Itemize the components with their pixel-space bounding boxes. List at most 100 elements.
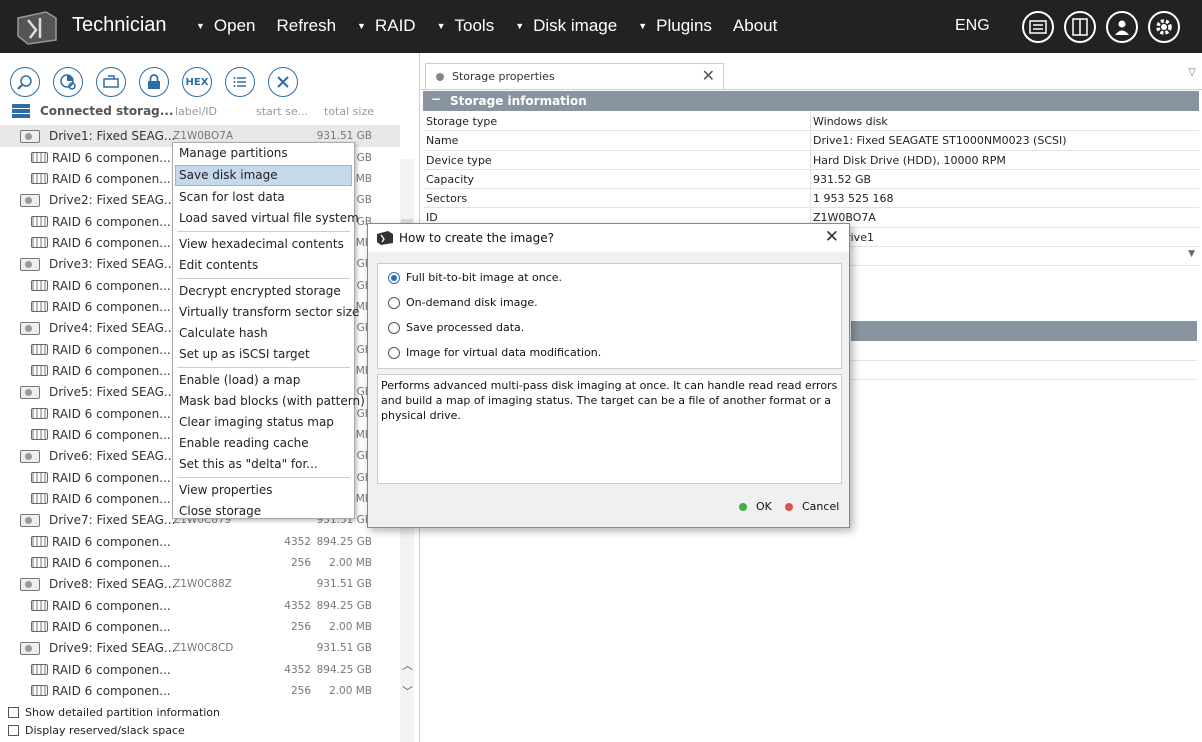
scroll-down-icon[interactable]: ﹀ [402,683,413,699]
context-menu-item[interactable]: Load saved virtual file system [173,208,359,229]
property-row[interactable]: Storage type Windows disk [423,112,1199,132]
raid-component-icon [31,344,48,355]
dropdown-triangle-icon: ▼ [515,21,525,31]
close-tab-icon[interactable]: ✕ [702,66,715,85]
context-menu-item[interactable]: Set up as iSCSI target [173,344,354,365]
scroll-up-icon[interactable]: ︿ [402,657,413,673]
collapse-icon[interactable]: − [431,92,441,106]
checkbox-box[interactable] [8,724,19,736]
column-label[interactable]: label/ID [175,105,217,118]
property-row[interactable]: Capacity 931.52 GB [423,169,1199,190]
context-menu-item[interactable]: Close storage [173,501,354,522]
search-icon[interactable] [10,67,40,97]
display-reserved-checkbox[interactable]: Display reserved/slack space [8,721,220,739]
option-virtual-modification[interactable]: Image for virtual data modification. [388,346,601,359]
log-icon[interactable] [1022,11,1054,43]
menu-open[interactable]: ▼ Open [196,16,256,36]
component-name: RAID 6 componen... [52,151,171,165]
context-menu-item[interactable]: Edit contents [173,255,354,276]
menu-disk-image[interactable]: ▼ Disk image [515,16,617,36]
context-menu-item[interactable]: Enable (load) a map [173,370,354,391]
show-partition-info-checkbox[interactable]: Show detailed partition information [8,703,220,721]
tab-list-dropdown-icon[interactable]: ▽ [1188,67,1196,78]
checkbox-box[interactable] [8,706,19,718]
menu-raid[interactable]: ▼ RAID [357,16,416,36]
context-menu-item[interactable]: Clear imaging status map [173,412,354,433]
property-key: Capacity [426,172,475,186]
drive-size: GB [356,194,372,206]
raid-component-icon [31,408,48,419]
raid-component-icon [31,621,48,632]
user-icon[interactable] [1106,11,1138,43]
property-value: Windows disk [813,115,888,128]
menu-tools[interactable]: ▼ Tools [437,16,495,36]
cancel-button[interactable]: Cancel [785,500,839,513]
section-secondary[interactable] [851,321,1197,341]
property-row[interactable]: Name Drive1: Fixed SEAGATE ST1000NM0023 (… [423,131,1199,151]
menu-separator [177,231,350,232]
dialog-close-icon[interactable]: ✕ [825,227,839,247]
column-size[interactable]: total size [324,105,374,118]
context-menu-item[interactable]: View hexadecimal contents [173,234,354,255]
component-row[interactable]: RAID 6 componen... 4352 894.25 GB [0,595,400,616]
radio[interactable] [388,296,400,309]
storage-list-icon [12,104,30,118]
context-menu-item[interactable]: Virtually transform sector size [173,302,359,323]
context-menu-item[interactable]: Calculate hash [173,323,354,344]
drive-row[interactable]: Drive8: Fixed SEAG... Z1W0C88Z 931.51 GB [0,573,400,595]
disk-image-icon[interactable] [96,67,126,97]
context-menu-item[interactable]: Save disk image [175,165,352,186]
property-key: Device type [426,153,492,167]
top-bar: Technician ▼ Open Refresh ▼ RAID ▼ Tools ▼ D… [0,0,1202,53]
chevron-down-icon[interactable]: ▼ [1188,249,1195,259]
context-menu-item[interactable]: Scan for lost data [173,187,354,208]
context-menu-item[interactable]: Decrypt encrypted storage [173,281,354,302]
lock-icon[interactable] [139,67,169,97]
drive-size: 931.51 GB [316,578,372,590]
context-menu-item[interactable]: Enable reading cache [173,433,354,454]
option-on-demand[interactable]: On-demand disk image. [388,296,538,309]
scan-icon[interactable] [53,67,83,97]
radio[interactable] [388,321,400,334]
raid-component-icon [31,600,48,611]
close-icon[interactable] [268,67,298,97]
radio-selected[interactable] [388,271,400,284]
component-row[interactable]: RAID 6 componen... 4352 894.25 GB [0,531,400,552]
create-image-dialog: How to create the image? ✕ Full bit-to-b… [367,223,850,528]
component-size: MB [355,173,372,185]
menu-refresh[interactable]: Refresh [277,16,337,36]
context-menu-item[interactable]: Set this as "delta" for... [173,454,354,475]
drive-name: Drive2: Fixed SEAG... [49,193,176,207]
drive-id: Z1W0BO7A [173,130,234,142]
option-save-processed[interactable]: Save processed data. [388,321,524,334]
menu-plugins[interactable]: ▼ Plugins [638,16,712,36]
column-start[interactable]: start se... [256,105,308,118]
drive-row[interactable]: Drive9: Fixed SEAG... Z1W0C8CD 931.51 GB [0,637,400,659]
drive-size: 931.51 GB [316,642,372,654]
settings-icon[interactable] [1148,11,1180,43]
cancel-status-dot [785,502,793,511]
language-selector[interactable]: ENG [955,17,990,35]
component-row[interactable]: RAID 6 componen... 256 2.00 MB [0,680,400,701]
component-row[interactable]: RAID 6 componen... 256 2.00 MB [0,616,400,637]
drive-id: Z1W0C8CD [173,642,234,654]
context-menu-item[interactable]: Manage partitions [173,143,354,164]
property-row[interactable]: Sectors 1 953 525 168 [423,189,1199,209]
hex-icon[interactable]: HEX [182,67,212,97]
list-icon[interactable] [225,67,255,97]
ok-button[interactable]: OK [739,500,772,513]
context-menu-item[interactable]: View properties [173,480,354,501]
component-size: 2.00 MB [329,685,372,697]
menu-about[interactable]: About [733,16,777,36]
property-row[interactable]: Device type Hard Disk Drive (HDD), 10000 … [423,150,1199,170]
component-row[interactable]: RAID 6 componen... 256 2.00 MB [0,552,400,573]
tab-storage-properties[interactable]: Storage properties ✕ [425,63,724,89]
context-menu-item[interactable]: Mask bad blocks (with pattern) [173,391,365,412]
section-storage-information[interactable]: − Storage information [423,91,1199,111]
property-value: Hard Disk Drive (HDD), 10000 RPM [813,153,1006,167]
raid-component-icon [31,173,48,184]
component-row[interactable]: RAID 6 componen... 4352 894.25 GB [0,659,400,680]
panel-icon[interactable] [1064,11,1096,43]
radio[interactable] [388,346,400,359]
option-full-bit-to-bit[interactable]: Full bit-to-bit image at once. [388,271,562,284]
